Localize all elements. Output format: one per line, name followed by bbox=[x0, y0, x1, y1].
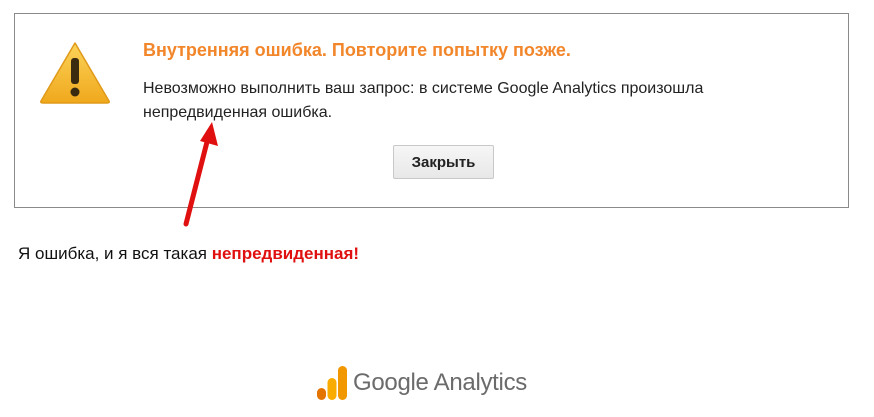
error-dialog: Внутренняя ошибка. Повторите попытку поз… bbox=[14, 13, 849, 208]
warning-icon bbox=[40, 42, 110, 104]
dialog-title: Внутренняя ошибка. Повторите попытку поз… bbox=[143, 40, 571, 60]
close-button[interactable]: Закрыть bbox=[393, 145, 494, 179]
caption-highlight: непредвиденная! bbox=[211, 244, 360, 263]
google-analytics-logo: Google Analytics bbox=[317, 366, 527, 400]
caption-text: Я ошибка, и я вся такая bbox=[18, 244, 212, 263]
logo-text: Google Analytics bbox=[353, 369, 527, 396]
annotation-caption: Я ошибка, и я вся такая непредвиденная! bbox=[18, 244, 359, 264]
red-arrow-annotation bbox=[183, 122, 218, 227]
google-analytics-icon bbox=[317, 366, 347, 400]
dialog-message: Невозможно выполнить ваш запрос: в систе… bbox=[143, 80, 704, 121]
